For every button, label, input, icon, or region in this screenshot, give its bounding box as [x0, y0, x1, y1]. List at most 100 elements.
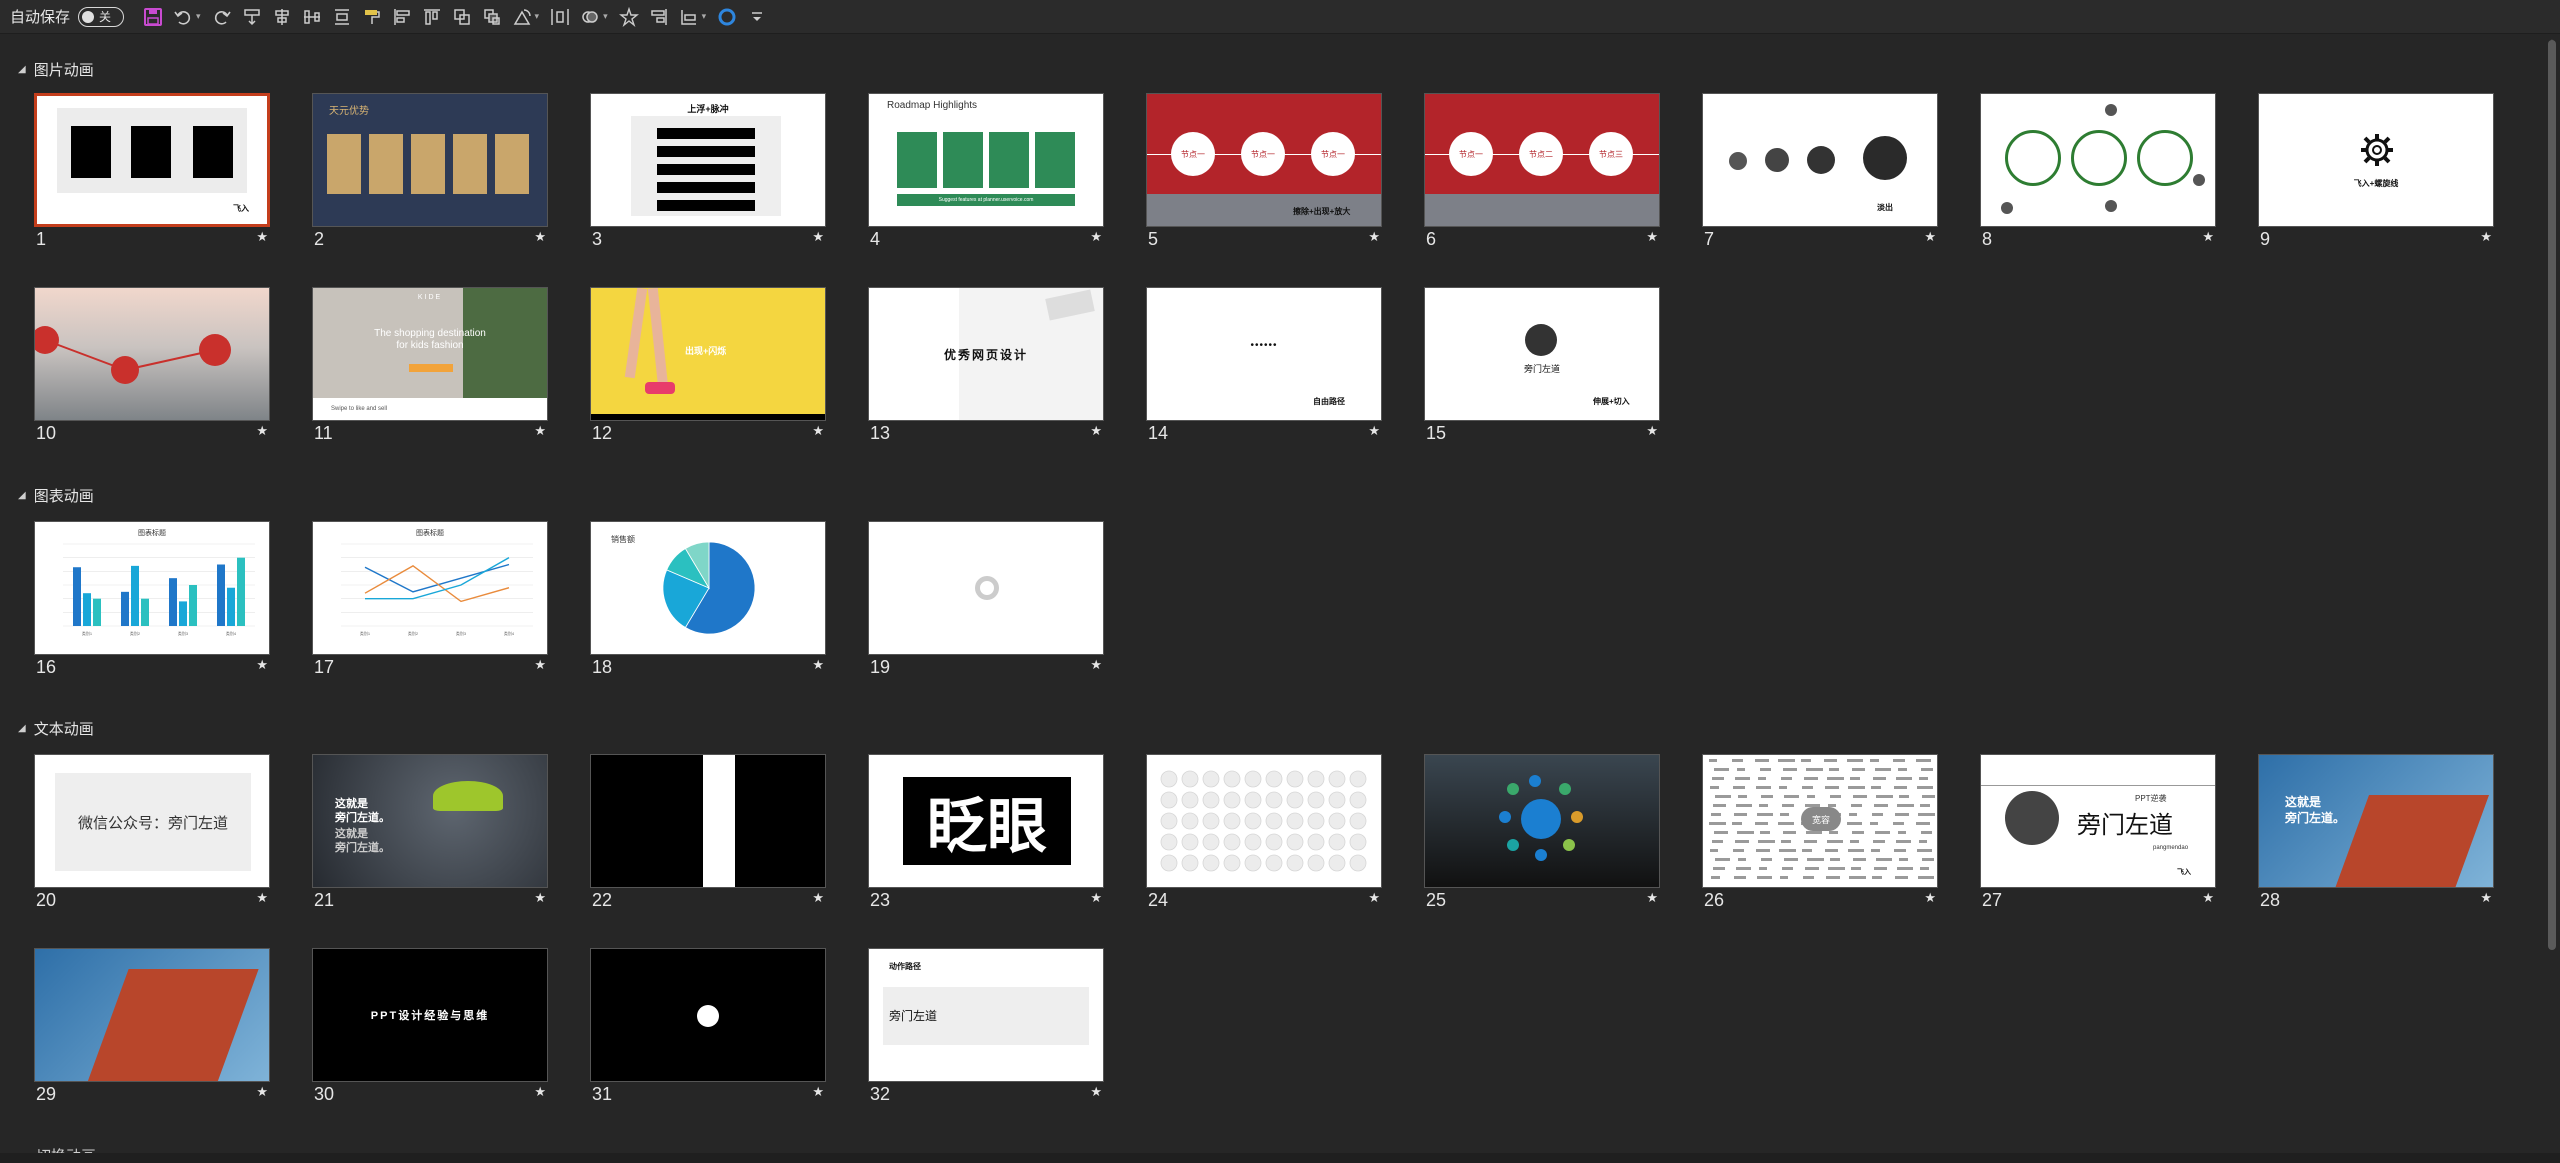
align-bottom-icon[interactable]	[676, 4, 702, 30]
slide-thumbnail-25[interactable]: 25 ★	[1424, 754, 1660, 910]
shapes-dropdown-icon[interactable]: ▾	[603, 11, 608, 22]
collapse-triangle-icon[interactable]: ◢	[18, 490, 26, 501]
word-mark	[1874, 867, 1887, 870]
align-top-icon[interactable]	[419, 4, 445, 30]
vertical-scrollbar[interactable]: ▲	[2544, 35, 2560, 1153]
slide-thumbnail-13[interactable]: 优秀网页设计 13 ★	[868, 287, 1104, 443]
color-circle-icon[interactable]	[714, 4, 740, 30]
animation-star-icon[interactable]: ★	[1924, 890, 1936, 906]
group-icon[interactable]	[449, 4, 475, 30]
slide-thumbnail-21[interactable]: 这就是 旁门左道。 这就是 旁门左道。 21 ★	[312, 754, 548, 910]
slide-thumbnail-11[interactable]: KIDE The shopping destination for kids f…	[312, 287, 548, 443]
section-header-text-animation[interactable]: ◢ 文本动画	[18, 718, 94, 739]
animation-star-icon[interactable]: ★	[534, 890, 546, 906]
animation-star-icon[interactable]: ★	[812, 890, 824, 906]
section-header-chart-animation[interactable]: ◢ 图表动画	[18, 485, 94, 506]
customize-icon[interactable]	[744, 4, 770, 30]
effects-icon[interactable]	[616, 4, 642, 30]
collapse-triangle-icon[interactable]: ◢	[18, 64, 26, 75]
slide-thumbnail-1[interactable]: 飞入 1 ★	[34, 93, 270, 249]
animation-star-icon[interactable]: ★	[534, 229, 546, 245]
animation-star-icon[interactable]: ★	[2202, 229, 2214, 245]
section-header-transition[interactable]: 切换动画	[36, 1145, 96, 1153]
slide-thumbnail-16[interactable]: 图表标题 类别1 类别2 类别3 类别4 16 ★	[34, 521, 270, 677]
animation-star-icon[interactable]: ★	[812, 423, 824, 439]
slide-number: 2	[314, 229, 325, 249]
save-icon[interactable]	[140, 4, 166, 30]
animation-star-icon[interactable]: ★	[2480, 229, 2492, 245]
undo-icon[interactable]	[170, 4, 196, 30]
slide-thumbnail-31[interactable]: 31 ★	[590, 948, 826, 1104]
animation-star-icon[interactable]: ★	[2480, 890, 2492, 906]
align-middle-icon[interactable]	[329, 4, 355, 30]
slide-thumbnail-18[interactable]: 销售额 18 ★	[590, 521, 826, 677]
animation-star-icon[interactable]: ★	[1090, 657, 1102, 673]
align-left-icon[interactable]	[389, 4, 415, 30]
rotate-icon[interactable]	[509, 4, 535, 30]
autosave-toggle[interactable]: 关	[78, 6, 125, 27]
slide-thumbnail-32[interactable]: 动作路径 旁门左道 32 ★	[868, 948, 1104, 1104]
animation-star-icon[interactable]: ★	[534, 423, 546, 439]
slide-thumbnail-5[interactable]: 节点一 节点一 节点一 擦除+出现+放大 5 ★	[1146, 93, 1382, 249]
format-painter-icon[interactable]	[359, 4, 385, 30]
animation-star-icon[interactable]: ★	[1090, 229, 1102, 245]
slide-thumbnail-26[interactable]: 宽容 26 ★	[1702, 754, 1938, 910]
animation-star-icon[interactable]: ★	[534, 657, 546, 673]
slide-thumbnail-9[interactable]: 飞入+螺旋线 9 ★	[2258, 93, 2494, 249]
animation-star-icon[interactable]: ★	[2202, 890, 2214, 906]
slide-thumbnail-6[interactable]: 节点一 节点二 节点三 6 ★	[1424, 93, 1660, 249]
animation-star-icon[interactable]: ★	[812, 1084, 824, 1100]
slide-thumbnail-30[interactable]: PPT设计经验与思维 30 ★	[312, 948, 548, 1104]
scrollbar-thumb[interactable]	[2548, 40, 2556, 950]
slide-thumbnail-24[interactable]: 24 ★	[1146, 754, 1382, 910]
animation-star-icon[interactable]: ★	[1090, 1084, 1102, 1100]
rotate-dropdown-icon[interactable]: ▾	[535, 11, 540, 22]
align-icon[interactable]	[239, 4, 265, 30]
animation-star-icon[interactable]: ★	[256, 657, 268, 673]
animation-star-icon[interactable]: ★	[1090, 423, 1102, 439]
align-right-icon[interactable]	[646, 4, 672, 30]
animation-star-icon[interactable]: ★	[534, 1084, 546, 1100]
slide-thumbnail-19[interactable]: 19 ★	[868, 521, 1104, 677]
section-header-picture-animation[interactable]: ◢ 图片动画	[18, 59, 94, 80]
distribute-icon[interactable]	[299, 4, 325, 30]
slide-thumbnail-22[interactable]: 22 ★	[590, 754, 826, 910]
animation-star-icon[interactable]: ★	[1090, 890, 1102, 906]
slide-thumbnail-27[interactable]: PPT逆袭 旁门左道 pangmendao 飞入 27 ★	[1980, 754, 2216, 910]
shapes-icon[interactable]	[577, 4, 603, 30]
distribute-horizontal-icon[interactable]	[547, 4, 573, 30]
collapse-triangle-icon[interactable]: ◢	[18, 723, 26, 734]
align-dropdown-icon[interactable]: ▾	[702, 11, 707, 22]
slide-thumbnail-4[interactable]: Roadmap Highlights Suggest features at p…	[868, 93, 1104, 249]
slide-thumbnail-3[interactable]: 上浮+脉冲 3 ★	[590, 93, 826, 249]
animation-star-icon[interactable]: ★	[1646, 890, 1658, 906]
animation-star-icon[interactable]: ★	[1368, 890, 1380, 906]
animation-star-icon[interactable]: ★	[256, 1084, 268, 1100]
slide-thumbnail-15[interactable]: 旁门左道 伸展+切入 15 ★	[1424, 287, 1660, 443]
slide-thumbnail-7[interactable]: 淡出 7 ★	[1702, 93, 1938, 249]
slide-thumbnail-2[interactable]: 天元优势 2 ★	[312, 93, 548, 249]
animation-star-icon[interactable]: ★	[1646, 423, 1658, 439]
slide-thumbnail-28[interactable]: 这就是 旁门左道。 28 ★	[2258, 754, 2494, 910]
animation-star-icon[interactable]: ★	[1368, 423, 1380, 439]
animation-star-icon[interactable]: ★	[1646, 229, 1658, 245]
undo-dropdown-icon[interactable]: ▾	[196, 11, 201, 22]
animation-star-icon[interactable]: ★	[812, 229, 824, 245]
slide-thumbnail-23[interactable]: 眨眼 23 ★	[868, 754, 1104, 910]
animation-star-icon[interactable]: ★	[256, 423, 268, 439]
animation-star-icon[interactable]: ★	[1368, 229, 1380, 245]
slide-thumbnail-20[interactable]: 微信公众号：旁门左道 20 ★	[34, 754, 270, 910]
redo-icon[interactable]	[209, 4, 235, 30]
slide-thumbnail-12[interactable]: 出现+闪烁 12 ★	[590, 287, 826, 443]
animation-star-icon[interactable]: ★	[256, 229, 268, 245]
arrange-icon[interactable]	[479, 4, 505, 30]
slide-thumbnail-29[interactable]: 29 ★	[34, 948, 270, 1104]
slide-thumbnail-17[interactable]: 图表标题 类别1 类别2 类别3 类别4 17 ★	[312, 521, 548, 677]
align-center-icon[interactable]	[269, 4, 295, 30]
slide-thumbnail-10[interactable]: 10 ★	[34, 287, 270, 443]
slide-thumbnail-14[interactable]: •••••• 自由路径 14 ★	[1146, 287, 1382, 443]
animation-star-icon[interactable]: ★	[1924, 229, 1936, 245]
animation-star-icon[interactable]: ★	[256, 890, 268, 906]
animation-star-icon[interactable]: ★	[812, 657, 824, 673]
slide-thumbnail-8[interactable]: 8 ★	[1980, 93, 2216, 249]
